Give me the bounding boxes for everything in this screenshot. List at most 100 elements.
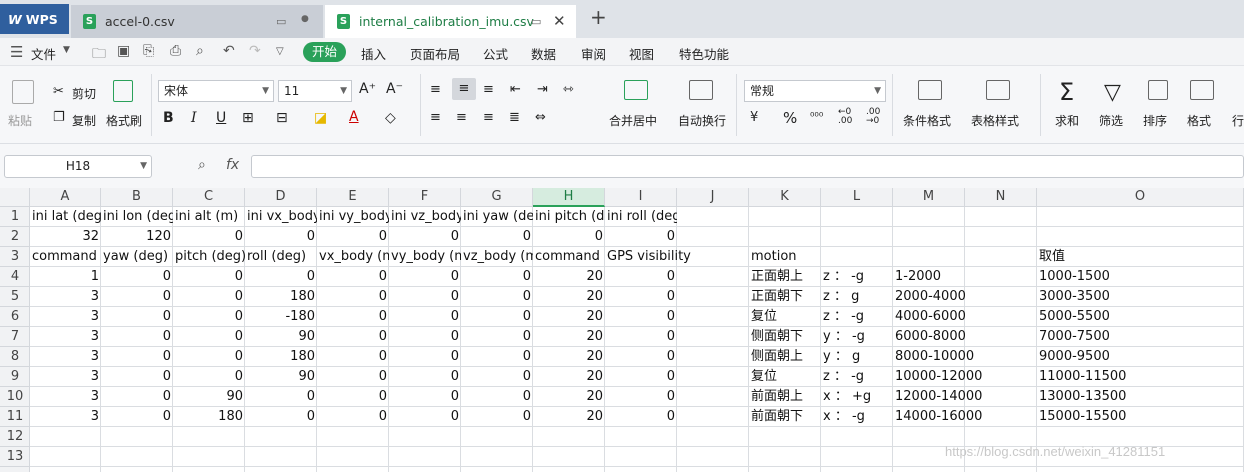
column-header-d[interactable]: D <box>245 188 317 207</box>
select-all-corner[interactable] <box>0 188 30 207</box>
cell-o3[interactable]: 取值 <box>1037 247 1244 267</box>
cell-g8[interactable]: 0 <box>461 347 533 367</box>
cell-o6[interactable]: 5000-5500 <box>1037 307 1244 327</box>
cell-m4[interactable]: 1-2000 <box>893 267 1037 287</box>
cell-k7[interactable]: 侧面朝下 <box>749 327 821 347</box>
copy-button[interactable]: 复制 <box>72 112 96 129</box>
cell-f8[interactable]: 0 <box>389 347 461 367</box>
cell-m9[interactable]: 10000-12000 <box>893 367 1037 387</box>
font-name-select[interactable]: 宋体 ▼ <box>158 80 274 102</box>
table-style-icon[interactable] <box>986 80 1010 100</box>
filter-button[interactable]: 筛选 <box>1099 112 1123 129</box>
justify-icon[interactable]: ≣ <box>509 110 520 125</box>
align-center-icon[interactable]: ≡ <box>456 110 467 125</box>
cell-style-icon[interactable]: ⊟ <box>276 110 288 126</box>
open-folder-icon[interactable]: 🗀 <box>92 43 106 67</box>
cell-e11[interactable]: 0 <box>317 407 389 427</box>
cell-a10[interactable]: 3 <box>30 387 101 407</box>
thousands-separator-icon[interactable]: ⁰⁰⁰ <box>810 110 823 123</box>
menu-page-layout[interactable]: 页面布局 <box>410 44 460 63</box>
align-right-icon[interactable]: ≡ <box>483 110 494 125</box>
cell-i9[interactable]: 0 <box>605 367 677 387</box>
scissors-icon[interactable]: ✂ <box>53 84 64 99</box>
cell-h3[interactable]: command <box>533 247 605 267</box>
cell-l11[interactable]: x ： -g <box>821 407 893 427</box>
distributed-align-icon[interactable]: ⇔ <box>535 110 546 125</box>
cell-d3[interactable]: roll (deg) <box>245 247 317 267</box>
column-header-f[interactable]: F <box>389 188 461 207</box>
menu-file[interactable]: 文件 <box>31 44 56 63</box>
format-painter-button[interactable]: 格式刷 <box>106 112 142 129</box>
cell-e10[interactable]: 0 <box>317 387 389 407</box>
cell-d1[interactable]: ini vx_body <box>245 207 317 227</box>
column-header-j[interactable]: J <box>677 188 749 207</box>
cell-l4[interactable]: z ： -g <box>821 267 893 287</box>
cell-f3[interactable]: vy_body (m <box>389 247 461 267</box>
cell-d11[interactable]: 0 <box>245 407 317 427</box>
row-header-2[interactable]: 2 <box>0 227 30 247</box>
row-header-13[interactable]: 13 <box>0 447 30 467</box>
cell-a11[interactable]: 3 <box>30 407 101 427</box>
align-middle-icon[interactable]: ≡ <box>452 78 476 100</box>
cell-g2[interactable]: 0 <box>461 227 533 247</box>
decrease-font-icon[interactable]: A⁻ <box>386 81 403 97</box>
column-header-b[interactable]: B <box>101 188 173 207</box>
column-header-c[interactable]: C <box>173 188 245 207</box>
cell-f4[interactable]: 0 <box>389 267 461 287</box>
sort-icon[interactable] <box>1148 80 1168 100</box>
cell-d7[interactable]: 90 <box>245 327 317 347</box>
cell-g11[interactable]: 0 <box>461 407 533 427</box>
cell-c6[interactable]: 0 <box>173 307 245 327</box>
font-color-icon[interactable]: A <box>349 109 359 125</box>
row-header-5[interactable]: 5 <box>0 287 30 307</box>
cell-c11[interactable]: 180 <box>173 407 245 427</box>
cell-k6[interactable]: 复位 <box>749 307 821 327</box>
format-painter-icon[interactable] <box>113 80 133 102</box>
menu-start[interactable]: 开始 <box>303 42 346 62</box>
fx-icon[interactable]: fx <box>226 157 239 173</box>
menu-formula[interactable]: 公式 <box>483 44 508 63</box>
align-bottom-icon[interactable]: ≡ <box>483 82 494 97</box>
currency-icon[interactable]: ¥ <box>750 110 758 125</box>
cell-o10[interactable]: 13000-13500 <box>1037 387 1244 407</box>
cell-e2[interactable]: 0 <box>317 227 389 247</box>
cell-m10[interactable]: 12000-14000 <box>893 387 1037 407</box>
cell-g3[interactable]: vz_body (m <box>461 247 533 267</box>
cell-o4[interactable]: 1000-1500 <box>1037 267 1244 287</box>
cell-i8[interactable]: 0 <box>605 347 677 367</box>
redo-icon[interactable]: ↷ <box>249 43 261 59</box>
cell-e4[interactable]: 0 <box>317 267 389 287</box>
cell-a6[interactable]: 3 <box>30 307 101 327</box>
cell-g1[interactable]: ini yaw (deg) <box>461 207 533 227</box>
cell-e5[interactable]: 0 <box>317 287 389 307</box>
hamburger-icon[interactable]: ☰ <box>10 43 23 61</box>
column-header-m[interactable]: M <box>893 188 965 207</box>
cell-f2[interactable]: 0 <box>389 227 461 247</box>
cell-b10[interactable]: 0 <box>101 387 173 407</box>
cell-o11[interactable]: 15000-15500 <box>1037 407 1244 427</box>
cell-b3[interactable]: yaw (deg) <box>101 247 173 267</box>
column-header-i[interactable]: I <box>605 188 677 207</box>
menu-data[interactable]: 数据 <box>531 44 556 63</box>
cell-c8[interactable]: 0 <box>173 347 245 367</box>
cell-c1[interactable]: ini alt (m) <box>173 207 245 227</box>
decrease-indent-icon[interactable]: ⇤ <box>510 82 521 97</box>
cell-b1[interactable]: ini lon (deg) <box>101 207 173 227</box>
cell-h8[interactable]: 20 <box>533 347 605 367</box>
cell-h5[interactable]: 20 <box>533 287 605 307</box>
row-col-button[interactable]: 行 <box>1232 112 1244 129</box>
cell-h1[interactable]: ini pitch (deg) <box>533 207 605 227</box>
cell-d10[interactable]: 0 <box>245 387 317 407</box>
cell-f11[interactable]: 0 <box>389 407 461 427</box>
row-header-6[interactable]: 6 <box>0 307 30 327</box>
cell-m8[interactable]: 8000-10000 <box>893 347 1037 367</box>
column-header-n[interactable]: N <box>965 188 1037 207</box>
cell-k5[interactable]: 正面朝下 <box>749 287 821 307</box>
increase-decimal-icon[interactable]: ←0.00 <box>838 108 852 126</box>
cell-a2[interactable]: 32 <box>30 227 101 247</box>
cell-d2[interactable]: 0 <box>245 227 317 247</box>
merge-cells-icon[interactable] <box>624 80 648 100</box>
save-icon[interactable]: ▣ <box>117 43 130 59</box>
column-header-k[interactable]: K <box>749 188 821 207</box>
export-pdf-icon[interactable]: ⎘ <box>143 43 154 59</box>
